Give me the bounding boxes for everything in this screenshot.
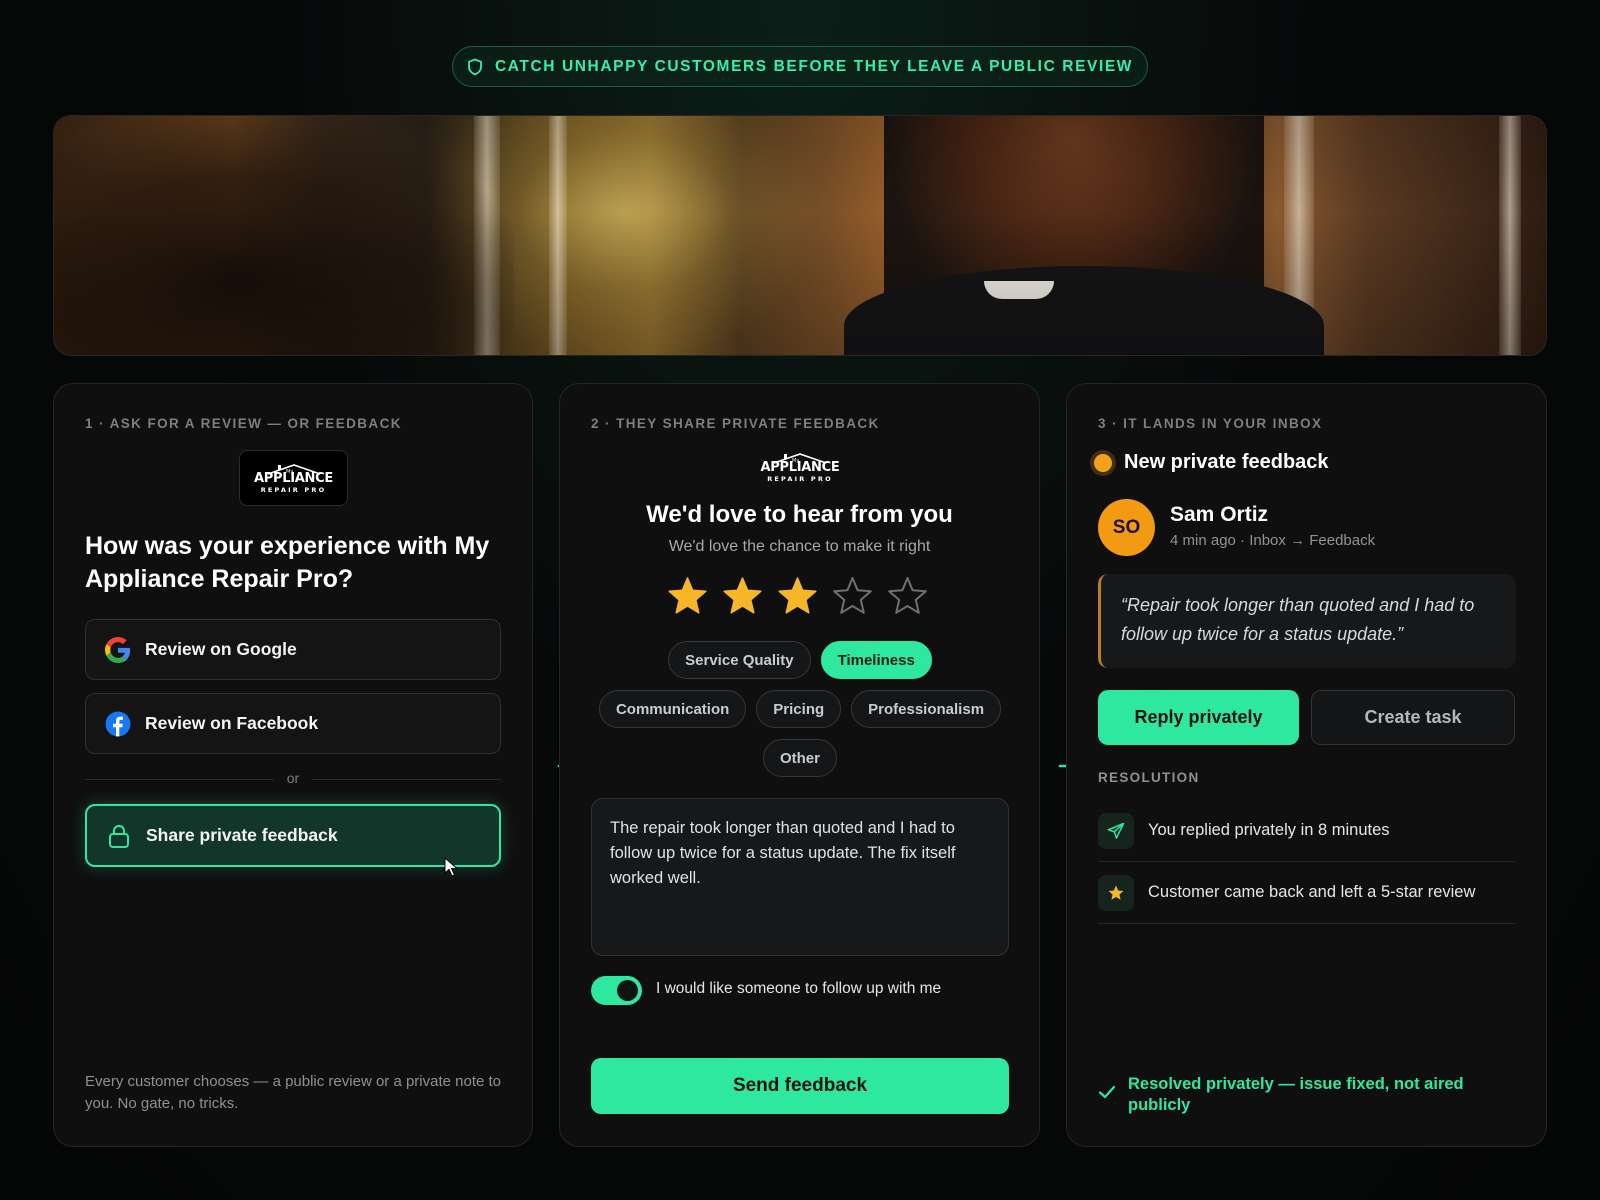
step-label: 3 · IT LANDS IN YOUR INBOX: [1098, 416, 1323, 431]
step-label: 2 · THEY SHARE PRIVATE FEEDBACK: [591, 416, 880, 431]
resolved-status: Resolved privately — issue fixed, not ai…: [1098, 1074, 1518, 1116]
facebook-icon: [105, 711, 131, 736]
chip-other[interactable]: Other: [762, 739, 837, 777]
logo-main-text: APPLIANCE: [254, 470, 333, 486]
message-meta: 4 min ago · Inbox → Feedback: [1170, 532, 1376, 549]
reply-privately-button[interactable]: Reply privately: [1098, 690, 1299, 745]
mouse-cursor-icon: [444, 857, 459, 877]
logo-sub-text: REPAIR PRO: [767, 475, 833, 483]
review-question: How was your experience with My Applianc…: [85, 532, 490, 593]
brand-logo: My APPLIANCE REPAIR PRO: [239, 450, 348, 506]
customer-name: Sam Ortiz: [1170, 503, 1269, 526]
or-text: or: [274, 770, 312, 786]
review-facebook-button[interactable]: Review on Facebook: [85, 693, 501, 754]
create-task-button[interactable]: Create task: [1311, 690, 1515, 745]
star-empty-icon[interactable]: [887, 576, 928, 617]
star-empty-icon[interactable]: [832, 576, 873, 617]
feedback-form-title: We'd love to hear from you: [646, 501, 953, 528]
chip-communication[interactable]: Communication: [598, 690, 747, 728]
top-banner: CATCH UNHAPPY CUSTOMERS BEFORE THEY LEAV…: [452, 46, 1148, 87]
star-filled-icon[interactable]: [722, 576, 763, 617]
send-feedback-button[interactable]: Send feedback: [591, 1058, 1009, 1114]
lock-icon: [109, 824, 129, 848]
follow-up-toggle[interactable]: [591, 976, 642, 1005]
google-icon: [105, 636, 131, 663]
star-filled-icon[interactable]: [777, 576, 818, 617]
chip-pricing[interactable]: Pricing: [756, 690, 842, 728]
resolved-text: Resolved privately — issue fixed, not ai…: [1128, 1075, 1464, 1114]
check-icon: [1098, 1085, 1116, 1099]
step-card-inbox: 3 · IT LANDS IN YOUR INBOX: [1066, 383, 1547, 1147]
toggle-knob: [617, 980, 638, 1001]
chip-professionalism[interactable]: Professionalism: [851, 690, 1002, 728]
resolution-heading: RESOLUTION: [1098, 770, 1200, 785]
resolution-item: You replied privately in 8 minutes: [1098, 800, 1515, 862]
chip-timeliness[interactable]: Timeliness: [820, 641, 932, 679]
chip-service-quality[interactable]: Service Quality: [668, 641, 811, 679]
send-icon: [1098, 812, 1134, 849]
resolution-item-text: Customer came back and left a 5-star rev…: [1148, 883, 1476, 901]
star-icon: [1098, 874, 1134, 911]
star-filled-icon[interactable]: [667, 576, 708, 617]
resolution-item-text: You replied privately in 8 minutes: [1148, 821, 1390, 839]
hero-photo: [53, 115, 1547, 356]
star-rating[interactable]: [667, 576, 928, 617]
feedback-quote: “Repair took longer than quoted and I ha…: [1098, 574, 1516, 668]
brand-logo-small: My APPLIANCE REPAIR PRO: [745, 452, 855, 483]
share-private-label: Share private feedback: [146, 825, 338, 845]
feedback-form-subtitle: We'd love the chance to make it right: [668, 538, 931, 555]
review-facebook-label: Review on Facebook: [145, 713, 319, 733]
resolution-item: Customer came back and left a 5-star rev…: [1098, 862, 1515, 924]
shield-icon: [468, 58, 482, 75]
new-feedback-header: New private feedback: [1094, 451, 1329, 474]
step1-footnote: Every customer chooses — a public review…: [85, 1073, 502, 1112]
review-google-button[interactable]: Review on Google: [85, 619, 501, 680]
logo-main-text: APPLIANCE: [760, 460, 840, 475]
share-private-feedback-button[interactable]: Share private feedback: [85, 804, 501, 867]
feedback-textarea[interactable]: The repair took longer than quoted and I…: [591, 798, 1009, 956]
follow-up-label: I would like someone to follow up with m…: [656, 980, 942, 997]
logo-sub-text: REPAIR PRO: [260, 485, 327, 494]
new-indicator-dot: [1094, 453, 1112, 472]
banner-text: CATCH UNHAPPY CUSTOMERS BEFORE THEY LEAV…: [494, 57, 1134, 75]
new-feedback-title: New private feedback: [1124, 451, 1329, 473]
avatar: SO: [1098, 499, 1155, 556]
feedback-category-chips: Service Quality Timeliness Communication Pr…: [590, 641, 1010, 777]
step-label: 1 · ASK FOR A REVIEW — OR FEEDBACK: [85, 416, 402, 431]
review-google-label: Review on Google: [145, 639, 297, 659]
